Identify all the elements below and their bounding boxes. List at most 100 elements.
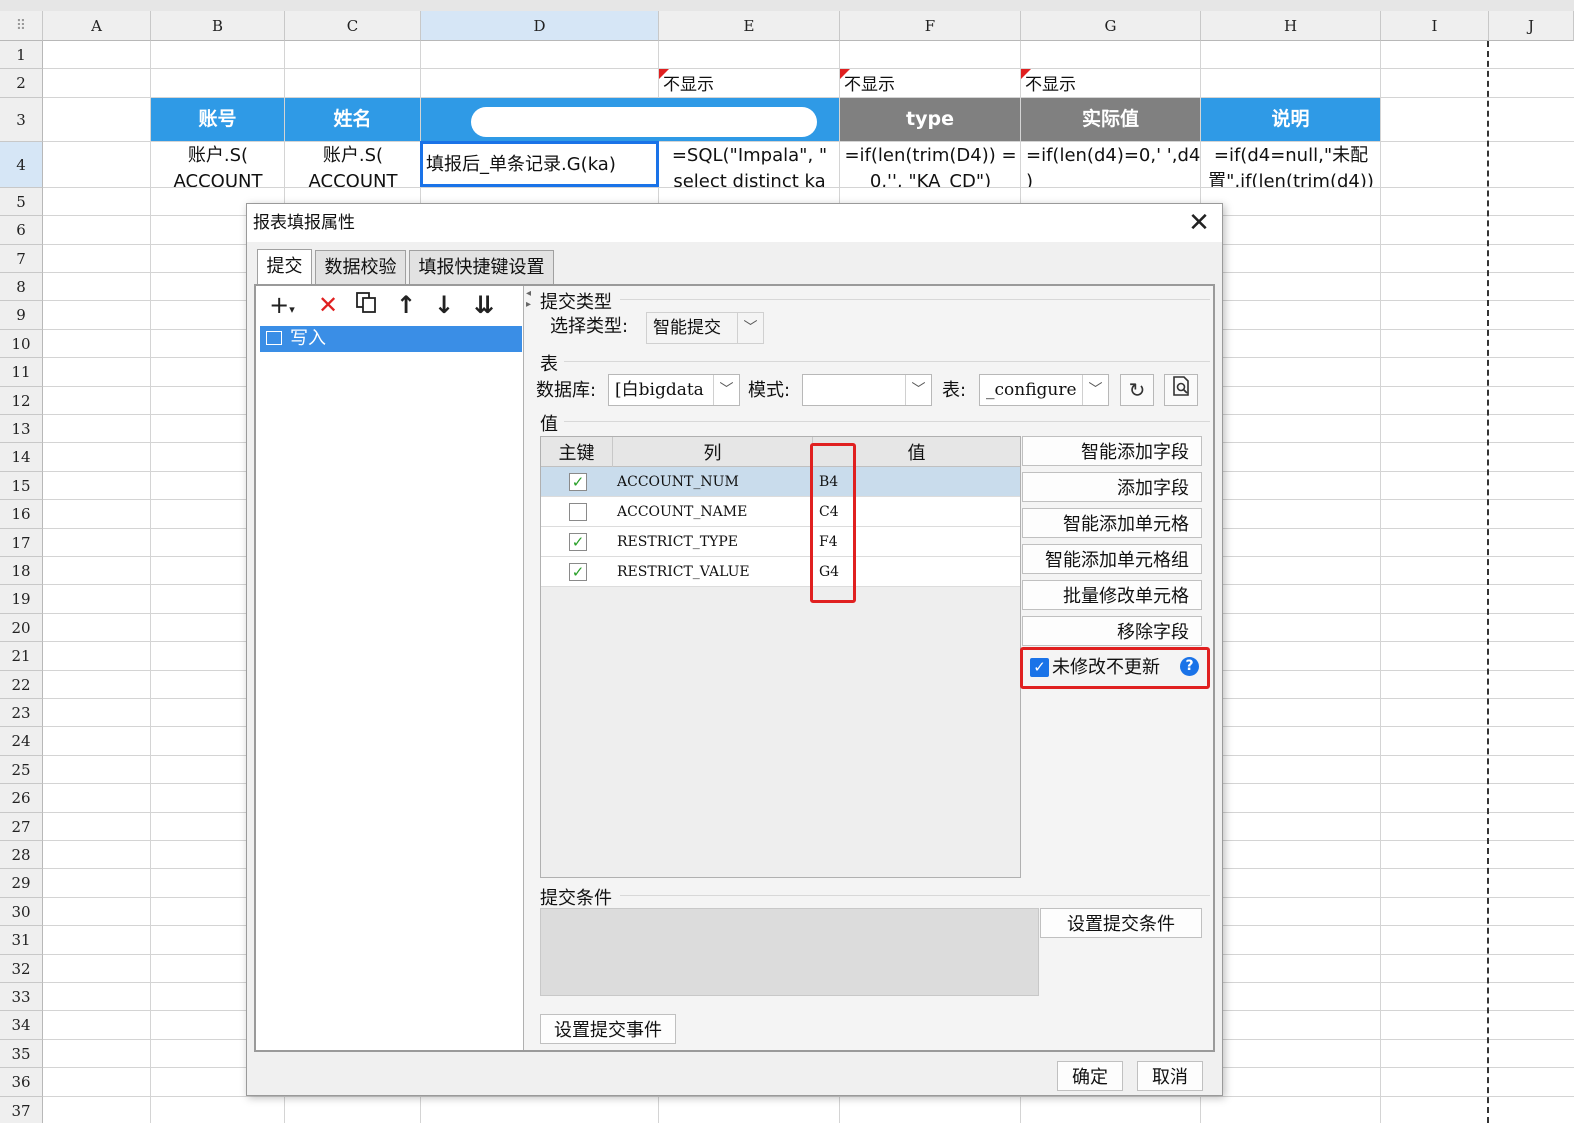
tab-data-validation[interactable]: 数据校验 xyxy=(315,250,406,284)
row-header-27[interactable]: 27 xyxy=(0,812,43,841)
delete-icon[interactable]: ✕ xyxy=(312,290,344,320)
column-header-c[interactable]: C xyxy=(285,11,421,41)
submit-condition-area[interactable] xyxy=(540,908,1039,996)
row-header-28[interactable]: 28 xyxy=(0,841,43,870)
cell-b4[interactable]: 账户.S(ACCOUNT xyxy=(152,142,284,187)
set-submit-condition-button[interactable]: 设置提交条件 xyxy=(1040,908,1202,938)
pane-splitter[interactable]: ◂ ▸ xyxy=(525,286,533,1050)
column-header-e[interactable]: E xyxy=(659,11,840,41)
row-header-17[interactable]: 17 xyxy=(0,528,43,557)
refresh-icon[interactable]: ↻ xyxy=(1120,374,1154,406)
primary-key-checkbox[interactable]: ✓ xyxy=(569,473,587,491)
row-header-3[interactable]: 3 xyxy=(0,97,43,142)
row-header-35[interactable]: 35 xyxy=(0,1039,43,1069)
smart-add-fields-button[interactable]: 智能添加字段 xyxy=(1022,436,1202,466)
column-header-g[interactable]: G xyxy=(1021,11,1201,41)
row-header-15[interactable]: 15 xyxy=(0,471,43,501)
dialog-title-bar[interactable]: 报表填报属性 xyxy=(247,204,1222,242)
cell-f4[interactable]: =if(len(trim(D4)) = 0,'', "KA_CD") xyxy=(841,142,1020,187)
row-header-1[interactable]: 1 xyxy=(0,41,43,70)
move-bottom-icon[interactable]: ⇊ xyxy=(468,290,500,320)
column-header-h[interactable]: H xyxy=(1201,11,1381,41)
table-row[interactable]: ACCOUNT_NAME C4 xyxy=(541,497,1020,527)
add-icon[interactable]: +▾ xyxy=(262,290,302,320)
row-header-32[interactable]: 32 xyxy=(0,954,43,983)
row-header-9[interactable]: 9 xyxy=(0,301,43,330)
row-header-4[interactable]: 4 xyxy=(0,141,43,188)
row-header-30[interactable]: 30 xyxy=(0,897,43,927)
close-icon[interactable]: ✕ xyxy=(1184,208,1214,238)
cell-h4[interactable]: =if(d4=null,"未配 置",if(len(trim(d4)) xyxy=(1202,142,1380,187)
submit-type-select[interactable]: 智能提交 ﹀ xyxy=(646,312,764,344)
row-header-14[interactable]: 14 xyxy=(0,443,43,472)
cell-e4[interactable]: =SQL("Impala", " select distinct ka xyxy=(660,142,839,187)
column-header-d[interactable]: D xyxy=(421,11,659,41)
row-header-11[interactable]: 11 xyxy=(0,358,43,387)
cancel-button[interactable]: 取消 xyxy=(1137,1061,1203,1091)
set-submit-event-button[interactable]: 设置提交事件 xyxy=(540,1014,676,1044)
cell-h3-header[interactable]: 说明 xyxy=(1201,98,1380,141)
row-header-10[interactable]: 10 xyxy=(0,329,43,359)
preview-icon[interactable] xyxy=(1164,374,1198,406)
column-header-b[interactable]: B xyxy=(151,11,285,41)
row-header-21[interactable]: 21 xyxy=(0,642,43,671)
row-header-7[interactable]: 7 xyxy=(0,244,43,273)
row-header-31[interactable]: 31 xyxy=(0,926,43,955)
row-header-24[interactable]: 24 xyxy=(0,727,43,756)
tab-submit[interactable]: 提交 xyxy=(257,249,312,285)
table-row[interactable]: ✓ ACCOUNT_NUM B4 xyxy=(541,467,1020,497)
cell-f2[interactable]: 不显示 xyxy=(840,69,1021,97)
row-header-16[interactable]: 16 xyxy=(0,500,43,529)
move-down-icon[interactable]: ↓ xyxy=(428,290,460,320)
column-header-column[interactable]: 列 xyxy=(613,437,813,467)
tab-shortcut-settings[interactable]: 填报快捷键设置 xyxy=(409,250,554,284)
batch-edit-cells-button[interactable]: 批量修改单元格 xyxy=(1022,580,1202,610)
list-item-write[interactable]: 写入 xyxy=(260,326,522,352)
primary-key-checkbox[interactable]: ✓ xyxy=(569,563,587,581)
row-header-37[interactable]: 37 xyxy=(0,1096,43,1123)
row-header-2[interactable]: 2 xyxy=(0,69,43,98)
primary-key-checkbox[interactable]: ✓ xyxy=(569,533,587,551)
database-select[interactable]: [白bigdata ﹀ xyxy=(608,374,740,406)
cell-g2[interactable]: 不显示 xyxy=(1021,69,1201,97)
row-header-18[interactable]: 18 xyxy=(0,557,43,586)
remove-field-button[interactable]: 移除字段 xyxy=(1022,616,1202,646)
cell-g3-header[interactable]: 实际值 xyxy=(1021,98,1200,141)
ok-button[interactable]: 确定 xyxy=(1057,1061,1123,1091)
row-header-12[interactable]: 12 xyxy=(0,386,43,415)
smart-add-cell-button[interactable]: 智能添加单元格 xyxy=(1022,508,1202,538)
row-header-5[interactable]: 5 xyxy=(0,187,43,217)
column-header-a[interactable]: A xyxy=(43,11,151,41)
row-header-20[interactable]: 20 xyxy=(0,613,43,643)
row-header-26[interactable]: 26 xyxy=(0,784,43,813)
add-field-button[interactable]: 添加字段 xyxy=(1022,472,1202,502)
cell-f3-header[interactable]: type xyxy=(840,98,1020,141)
select-all-corner[interactable]: ⠿ xyxy=(0,11,43,41)
row-header-13[interactable]: 13 xyxy=(0,415,43,444)
row-header-29[interactable]: 29 xyxy=(0,869,43,898)
column-header-j[interactable]: J xyxy=(1489,11,1574,41)
row-header-19[interactable]: 19 xyxy=(0,585,43,614)
row-header-34[interactable]: 34 xyxy=(0,1011,43,1040)
table-row[interactable]: ✓ RESTRICT_TYPE F4 xyxy=(541,527,1020,557)
copy-icon[interactable] xyxy=(350,290,382,320)
primary-key-checkbox[interactable] xyxy=(569,503,587,521)
cell-c3-header[interactable]: 姓名 xyxy=(285,98,420,141)
schema-select[interactable]: ﹀ xyxy=(802,374,932,406)
column-header-i[interactable]: I xyxy=(1381,11,1489,41)
row-header-23[interactable]: 23 xyxy=(0,699,43,728)
move-up-icon[interactable]: ↑ xyxy=(390,290,422,320)
table-row[interactable]: ✓ RESTRICT_VALUE G4 xyxy=(541,557,1020,587)
cell-b3-header[interactable]: 账号 xyxy=(151,98,284,141)
column-header-primary-key[interactable]: 主键 xyxy=(541,437,613,467)
row-header-22[interactable]: 22 xyxy=(0,670,43,699)
row-header-33[interactable]: 33 xyxy=(0,983,43,1012)
column-header-f[interactable]: F xyxy=(840,11,1021,41)
cell-c4[interactable]: 账户.S(ACCOUNT xyxy=(286,142,420,187)
cell-g4[interactable]: =if(len(d4)=0,' ',d4) xyxy=(1022,142,1200,187)
row-header-8[interactable]: 8 xyxy=(0,273,43,302)
row-header-36[interactable]: 36 xyxy=(0,1068,43,1097)
smart-add-cell-group-button[interactable]: 智能添加单元格组 xyxy=(1022,544,1202,574)
row-header-6[interactable]: 6 xyxy=(0,216,43,245)
cell-e2[interactable]: 不显示 xyxy=(659,69,840,97)
